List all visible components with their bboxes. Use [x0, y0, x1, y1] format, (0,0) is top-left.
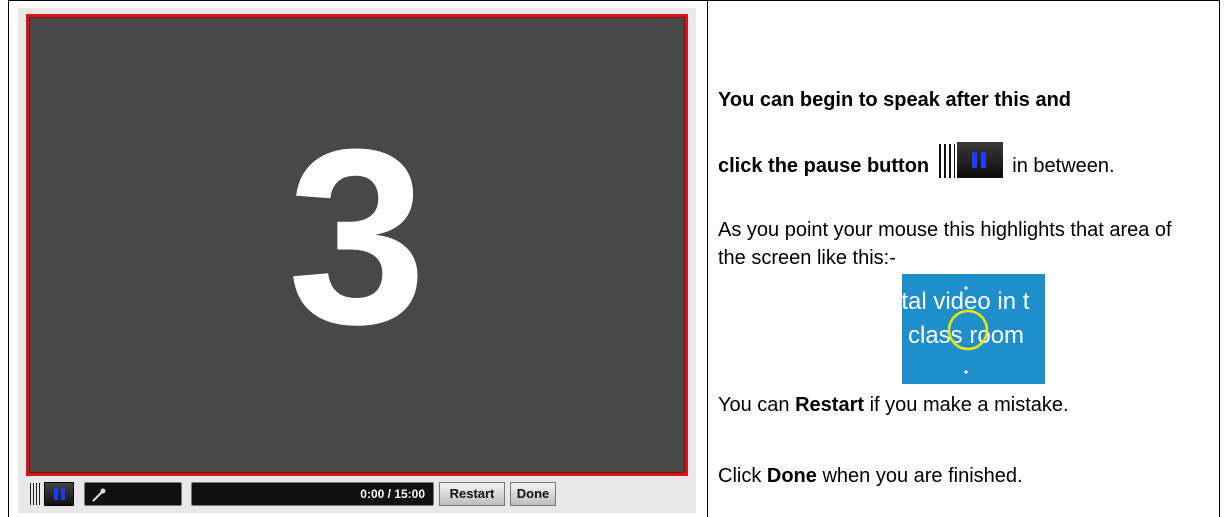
instruction-highlight: As you point your mouse this highlights …	[718, 219, 1172, 269]
pause-button-illustration	[938, 142, 1003, 178]
table-border-left	[8, 0, 9, 517]
recorder-control-bar: 0:00 / 15:00 Restart Done	[26, 480, 686, 506]
pause-button[interactable]	[44, 482, 74, 506]
pause-icon	[54, 488, 58, 500]
instruction-pause-rest: in between.	[1012, 155, 1115, 177]
done-button[interactable]: Done	[510, 482, 556, 506]
microphone-level	[84, 482, 182, 506]
instruction-done-post: when you are finished.	[816, 465, 1023, 487]
grip-icon	[938, 144, 955, 178]
instruction-done-pre: Click	[718, 465, 767, 487]
highlight-demo-image: ital video in t class room	[902, 274, 1045, 384]
instruction-done: Click Done when you are finished.	[718, 465, 1023, 488]
recording-timer: 0:00 / 15:00	[191, 482, 434, 506]
pause-icon-bar	[971, 152, 977, 168]
pause-icon-bar	[61, 488, 65, 500]
pause-icon-bar	[980, 152, 986, 168]
table-border-middle	[707, 0, 708, 517]
grip-icon[interactable]	[30, 483, 40, 505]
instruction-speak-text: You can begin to speak after this and	[718, 89, 1072, 111]
recorder-panel: 3 0:00 / 15:00 Restart Done	[18, 8, 696, 513]
microphone-icon	[92, 488, 106, 502]
restart-button[interactable]: Restart	[439, 482, 505, 506]
instruction-speak: You can begin to speak after this and	[718, 89, 1071, 112]
instruction-restart-post: if you make a mistake.	[864, 394, 1069, 416]
instruction-done-bold: Done	[766, 465, 817, 487]
countdown-number: 3	[287, 97, 427, 376]
recording-stage: 3	[26, 14, 688, 476]
instruction-pause-bold: click the pause button	[718, 155, 930, 177]
pause-icon	[956, 142, 1003, 178]
instruction-restart-pre: You can	[718, 394, 796, 416]
instruction-pause: click the pause button in between.	[718, 142, 1115, 178]
highlight-cursor-icon	[947, 286, 989, 374]
instruction-restart: You can Restart if you make a mistake.	[718, 394, 1069, 417]
instruction-restart-bold: Restart	[795, 394, 865, 416]
table-border-right	[1219, 0, 1220, 517]
table-border-top	[8, 0, 1220, 1]
